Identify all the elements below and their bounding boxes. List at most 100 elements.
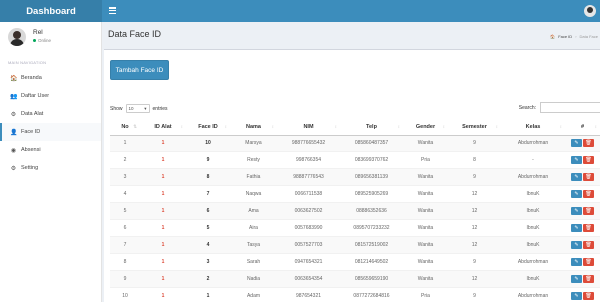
table-cell: IbnuK — [501, 218, 565, 237]
column-header[interactable]: Semester ↕ — [448, 119, 501, 136]
delete-button[interactable]: 🗑 — [583, 274, 594, 283]
column-header-label: No — [121, 123, 129, 130]
column-header[interactable]: No ⇅ — [110, 119, 140, 136]
table-cell: 12 — [448, 185, 501, 203]
table-cell: Abdurrohman — [501, 168, 565, 186]
sidebar-item-beranda[interactable]: 🏠 Beranda — [0, 69, 101, 87]
table-cell: Pria — [403, 286, 448, 302]
sidebar-toggle-icon[interactable] — [109, 7, 116, 14]
table-cell: 1 — [140, 286, 186, 302]
edit-button[interactable]: ✎ — [571, 207, 582, 215]
data-box: Tambah Face ID Show 10 ▾ entries Search:… — [104, 49, 600, 302]
column-header[interactable]: Gender ↕ — [403, 119, 448, 136]
edit-button[interactable]: ✎ — [571, 190, 582, 199]
main-content: Data Face ID 🏠 Face ID › Data Face Tamba… — [102, 22, 600, 302]
sidebar-item-absensi[interactable]: ◉ Absensi — [0, 141, 101, 159]
delete-button[interactable]: 🗑 — [583, 173, 594, 182]
cogs-icon: ⚙ — [10, 111, 17, 118]
delete-button[interactable]: 🗑 — [583, 207, 594, 215]
edit-button[interactable]: ✎ — [571, 139, 582, 148]
delete-button[interactable]: 🗑 — [583, 291, 594, 300]
users-icon: 👥 — [10, 93, 18, 100]
table-cell: 98887776543 — [277, 168, 340, 186]
table-cell: 9 — [448, 134, 501, 152]
actions-cell: ✎ 🗑 — [565, 286, 600, 302]
edit-button[interactable]: ✎ — [571, 173, 582, 182]
table-cell: 987654321 — [277, 286, 340, 302]
add-face-id-button[interactable]: Tambah Face ID — [110, 60, 169, 80]
table-row: 10 1 1 Adam 987654321 0877272684816 Pria 9 Abdur… — [110, 286, 600, 302]
column-header-label: Semester — [462, 123, 487, 130]
sidebar-item-label: Absensi — [21, 147, 41, 153]
table-header-row: No ⇅ ID Alat ↕ Face ID ↕ Nama ↕ NIM ↕ Telp ↕ Gender ↕… — [110, 119, 600, 136]
user-status: Online — [33, 38, 51, 43]
search-control: Search: — [519, 102, 600, 113]
column-header[interactable]: NIM ↕ — [277, 119, 340, 136]
table-cell: 5 — [186, 218, 230, 237]
table-cell: 6 — [110, 218, 140, 237]
table-cell: Wanita — [403, 235, 448, 254]
delete-button[interactable]: 🗑 — [583, 240, 594, 249]
absensi-icon: ◉ — [10, 147, 17, 154]
table-cell: 12 — [448, 202, 501, 220]
length-select[interactable]: 10 ▾ — [125, 104, 150, 113]
column-header-label: # — [580, 123, 585, 130]
breadcrumb-separator: › — [575, 34, 577, 39]
breadcrumb-current: Data Face — [579, 34, 598, 39]
actions-cell: ✎ 🗑 — [565, 185, 600, 203]
column-header[interactable]: Nama ↕ — [230, 119, 277, 136]
sort-icon: ↕ — [559, 124, 562, 129]
table-cell: 089525905269 — [340, 185, 403, 203]
table-cell: 12 — [448, 269, 501, 288]
table-cell: 4 — [110, 185, 140, 203]
sort-icon: ↕ — [442, 124, 445, 129]
user-menu-avatar[interactable] — [584, 5, 596, 17]
length-entries-label: entries — [152, 105, 168, 112]
edit-button[interactable]: ✎ — [571, 240, 582, 249]
edit-button[interactable]: ✎ — [571, 156, 582, 165]
sort-icon: ↕ — [180, 124, 183, 129]
delete-button[interactable]: 🗑 — [583, 223, 594, 232]
brand-logo[interactable]: Dashboard — [0, 0, 102, 22]
table-cell: 9 — [448, 168, 501, 186]
breadcrumb-item[interactable]: Face ID — [558, 34, 572, 39]
sort-icon: ⇅ — [133, 124, 137, 129]
delete-button[interactable]: 🗑 — [583, 190, 594, 199]
sidebar-item-setting[interactable]: ⚙ Setting — [0, 159, 101, 177]
search-input[interactable] — [540, 102, 600, 113]
edit-button[interactable]: ✎ — [571, 274, 582, 283]
column-header[interactable]: # ↕ — [565, 119, 600, 136]
table-cell: 9 — [448, 252, 501, 271]
delete-button[interactable]: 🗑 — [583, 257, 594, 266]
edit-button[interactable]: ✎ — [571, 257, 582, 266]
table-cell: 988776655432 — [277, 134, 340, 152]
edit-button[interactable]: ✎ — [571, 291, 582, 300]
edit-button[interactable]: ✎ — [571, 223, 582, 232]
table-cell: 08886352636 — [340, 202, 403, 220]
table-cell: Abdurrohman — [501, 252, 565, 271]
table-cell: 1 — [140, 269, 186, 288]
column-header[interactable]: ID Alat ↕ — [140, 119, 186, 136]
column-header[interactable]: Face ID ↕ — [186, 119, 230, 136]
column-header-label: ID Alat — [154, 123, 172, 130]
table-cell: 3 — [110, 168, 140, 186]
actions-cell: ✎ 🗑 — [565, 269, 600, 288]
sidebar-item-face-id[interactable]: 👤 Face ID — [0, 123, 101, 141]
sidebar-item-label: Daftar User — [21, 93, 50, 99]
column-header[interactable]: Telp ↕ — [340, 119, 403, 136]
table-cell: IbnuK — [501, 235, 565, 254]
table-cell: Abdurrohman — [501, 134, 565, 152]
delete-button[interactable]: 🗑 — [583, 139, 594, 148]
table-cell: 7 — [110, 235, 140, 254]
sort-icon: ↕ — [594, 124, 597, 129]
sidebar-item-data-alat[interactable]: ⚙ Data Alat — [0, 105, 101, 123]
length-show-label: Show — [110, 105, 123, 112]
table-cell: 1 — [110, 134, 140, 152]
delete-button[interactable]: 🗑 — [583, 156, 594, 165]
table-cell: 1 — [140, 218, 186, 237]
column-header[interactable]: Kelas ↕ — [501, 119, 565, 136]
table-cell: Wanita — [403, 269, 448, 288]
breadcrumb-home-icon[interactable]: 🏠 — [550, 34, 555, 39]
sidebar-item-daftar-user[interactable]: 👥 Daftar User — [0, 87, 101, 105]
table-cell: 12 — [448, 235, 501, 254]
